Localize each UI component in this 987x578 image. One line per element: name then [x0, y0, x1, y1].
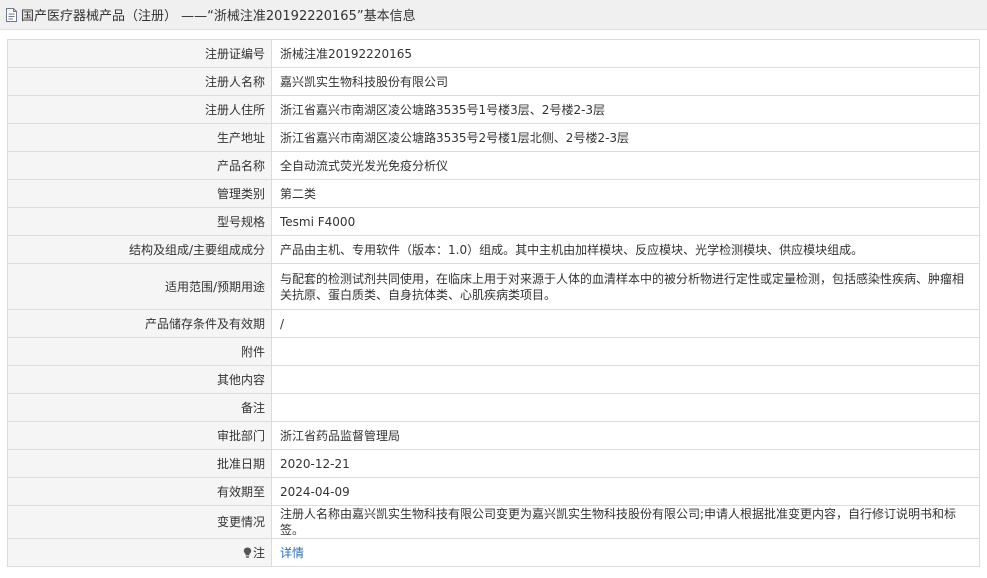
detail-table: 注册证编号 浙械注准20192220165 注册人名称 嘉兴凯实生物科技股份有限… [7, 39, 980, 567]
note-label: 注 [252, 545, 265, 560]
row-value: 嘉兴凯实生物科技股份有限公司 [271, 67, 980, 96]
row-label: 其他内容 [7, 365, 272, 394]
row-value: 浙江省嘉兴市南湖区凌公塘路3535号1号楼3层、2号楼2-3层 [271, 95, 980, 124]
table-row-approval-department: 审批部门 浙江省药品监督管理局 [7, 421, 980, 450]
table-row-management-category: 管理类别 第二类 [7, 179, 980, 208]
row-label: 结构及组成/主要组成成分 [7, 235, 272, 264]
row-value: 全自动流式荧光发光免疫分析仪 [271, 151, 980, 180]
document-icon [6, 7, 17, 22]
table-row-approval-date: 批准日期 2020-12-21 [7, 449, 980, 478]
row-value: 浙江省药品监督管理局 [271, 421, 980, 450]
table-row-registrant-address: 注册人住所 浙江省嘉兴市南湖区凌公塘路3535号1号楼3层、2号楼2-3层 [7, 95, 980, 124]
row-label: 注册人名称 [7, 67, 272, 96]
row-value: 浙械注准20192220165 [271, 39, 980, 68]
table-row-product-name: 产品名称 全自动流式荧光发光免疫分析仪 [7, 151, 980, 180]
table-row-remarks: 备注 [7, 393, 980, 422]
row-value: / [271, 309, 980, 338]
row-label: 备注 [7, 393, 272, 422]
row-label: 管理类别 [7, 179, 272, 208]
note-value-cell: 详情 [271, 538, 980, 567]
table-row-change-history: 变更情况 注册人名称由嘉兴凯实生物科技有限公司变更为嘉兴凯实生物科技股份有限公司… [7, 505, 980, 539]
row-label: 有效期至 [7, 477, 272, 506]
table-row-note: 注 详情 [7, 538, 980, 567]
table-row-registrant-name: 注册人名称 嘉兴凯实生物科技股份有限公司 [7, 67, 980, 96]
table-row-other-content: 其他内容 [7, 365, 980, 394]
row-value: 2024-04-09 [271, 477, 980, 506]
row-value: 第二类 [271, 179, 980, 208]
details-link[interactable]: 详情 [280, 546, 304, 560]
row-label: 批准日期 [7, 449, 272, 478]
row-value: 产品由主机、专用软件（版本：1.0）组成。其中主机由加样模块、反应模块、光学检测… [271, 235, 980, 264]
page-header: 国产医疗器械产品（注册） ——“浙械注准20192220165”基本信息 [0, 0, 987, 30]
page: 国产医疗器械产品（注册） ——“浙械注准20192220165”基本信息 注册证… [0, 0, 987, 578]
row-value [271, 393, 980, 422]
row-value [271, 337, 980, 366]
row-value: Tesmi F4000 [271, 207, 980, 236]
row-label: 变更情况 [7, 505, 272, 539]
row-label: 注册证编号 [7, 39, 272, 68]
row-value [271, 365, 980, 394]
row-label: 产品名称 [7, 151, 272, 180]
note-label-cell: 注 [7, 538, 272, 567]
row-label: 型号规格 [7, 207, 272, 236]
table-row-model-spec: 型号规格 Tesmi F4000 [7, 207, 980, 236]
row-label: 附件 [7, 337, 272, 366]
table-row-attachments: 附件 [7, 337, 980, 366]
row-label: 审批部门 [7, 421, 272, 450]
lightbulb-icon [243, 547, 252, 558]
row-label: 注册人住所 [7, 95, 272, 124]
row-label: 适用范围/预期用途 [7, 263, 272, 310]
table-row-valid-until: 有效期至 2024-04-09 [7, 477, 980, 506]
row-label: 产品储存条件及有效期 [7, 309, 272, 338]
table-row-structure-composition: 结构及组成/主要组成成分 产品由主机、专用软件（版本：1.0）组成。其中主机由加… [7, 235, 980, 264]
table-row-intended-use: 适用范围/预期用途 与配套的检测试剂共同使用，在临床上用于对来源于人体的血清样本… [7, 263, 980, 310]
table-row-production-address: 生产地址 浙江省嘉兴市南湖区凌公塘路3535号2号楼1层北侧、2号楼2-3层 [7, 123, 980, 152]
page-title: 国产医疗器械产品（注册） ——“浙械注准20192220165”基本信息 [21, 9, 416, 24]
table-row-storage-validity: 产品储存条件及有效期 / [7, 309, 980, 338]
row-value: 浙江省嘉兴市南湖区凌公塘路3535号2号楼1层北侧、2号楼2-3层 [271, 123, 980, 152]
row-value: 2020-12-21 [271, 449, 980, 478]
row-value: 注册人名称由嘉兴凯实生物科技有限公司变更为嘉兴凯实生物科技股份有限公司;申请人根… [271, 505, 980, 539]
row-label: 生产地址 [7, 123, 272, 152]
table-row-registration-number: 注册证编号 浙械注准20192220165 [7, 39, 980, 68]
row-value: 与配套的检测试剂共同使用，在临床上用于对来源于人体的血清样本中的被分析物进行定性… [271, 263, 980, 310]
